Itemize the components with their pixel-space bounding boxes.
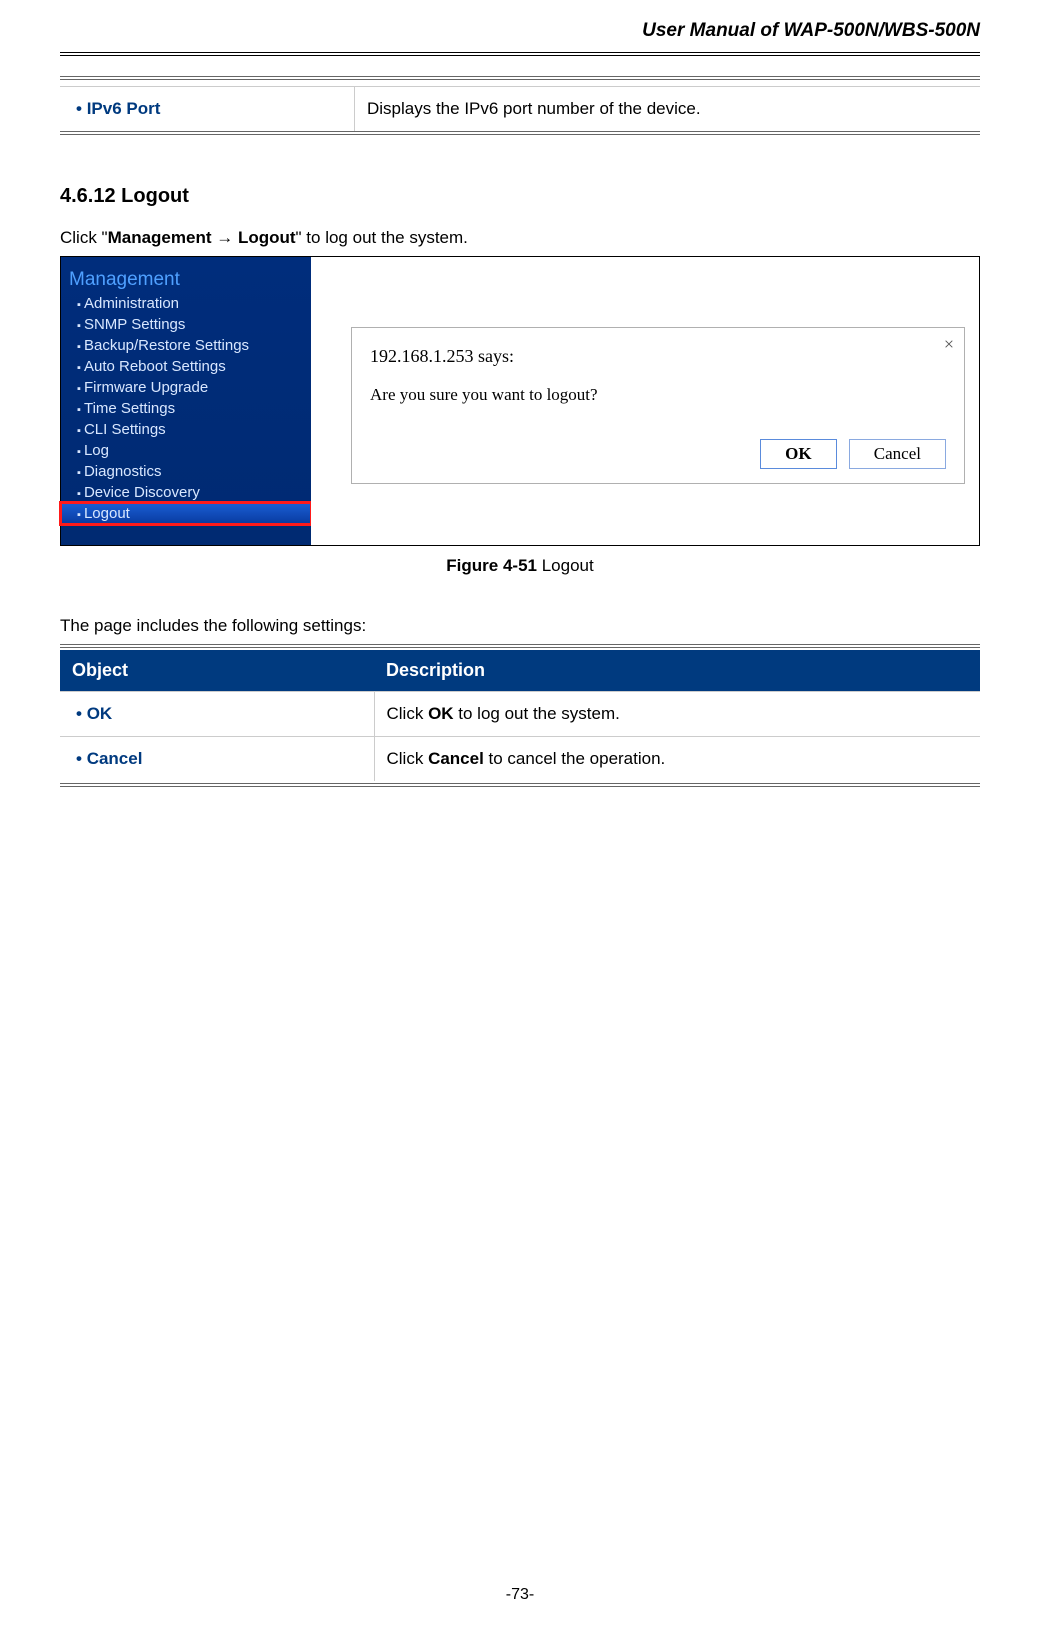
section-number: 4.6.12	[60, 185, 116, 207]
sidebar-item-backup-restore-settings[interactable]: Backup/Restore Settings	[61, 335, 311, 356]
figure-caption-number: Figure 4-51	[446, 556, 537, 575]
object-cell: OK	[60, 692, 374, 737]
table-row: OKClick OK to log out the system.	[60, 692, 980, 737]
sidebar-item-log[interactable]: Log	[61, 440, 311, 461]
ipv6-port-description: Displays the IPv6 port number of the dev…	[355, 87, 980, 131]
section-title: Logout	[121, 185, 189, 207]
settings-table: Object Description OKClick OK to log out…	[60, 650, 980, 781]
sidebar-item-cli-settings[interactable]: CLI Settings	[61, 419, 311, 440]
ok-button[interactable]: OK	[760, 439, 836, 469]
page-number: -73-	[0, 1586, 1040, 1604]
sidebar-item-firmware-upgrade[interactable]: Firmware Upgrade	[61, 377, 311, 398]
table-row: CancelClick Cancel to cancel the operati…	[60, 737, 980, 782]
sidebar-heading: Management	[61, 265, 311, 293]
instruction-paragraph: Click "Management → Logout" to log out t…	[60, 228, 980, 248]
figure-caption-text: Logout	[537, 556, 594, 575]
dialog-message: Are you sure you want to logout?	[370, 385, 946, 405]
dialog-source-text: 192.168.1.253 says:	[370, 346, 946, 367]
sidebar-item-administration[interactable]: Administration	[61, 293, 311, 314]
column-header-object: Object	[60, 650, 374, 692]
page-header-title: User Manual of WAP-500N/WBS-500N	[60, 0, 980, 56]
figure-caption: Figure 4-51 Logout	[60, 556, 980, 576]
figure-screenshot: Management AdministrationSNMP SettingsBa…	[60, 256, 980, 546]
confirm-dialog: × 192.168.1.253 says: Are you sure you w…	[351, 327, 965, 484]
sidebar-item-auto-reboot-settings[interactable]: Auto Reboot Settings	[61, 356, 311, 377]
object-cell: Cancel	[60, 737, 374, 782]
instruction-path: Management → Logout	[108, 228, 296, 247]
cancel-button[interactable]: Cancel	[849, 439, 946, 469]
sidebar-item-snmp-settings[interactable]: SNMP Settings	[61, 314, 311, 335]
sidebar-item-device-discovery[interactable]: Device Discovery	[61, 482, 311, 503]
section-heading: 4.6.12 Logout	[60, 185, 980, 208]
instruction-prefix: Click "	[60, 228, 108, 247]
description-cell: Click OK to log out the system.	[374, 692, 980, 737]
dialog-area: × 192.168.1.253 says: Are you sure you w…	[311, 257, 979, 545]
column-header-description: Description	[374, 650, 980, 692]
sidebar-item-logout[interactable]: Logout	[61, 503, 311, 524]
sidebar-item-time-settings[interactable]: Time Settings	[61, 398, 311, 419]
ipv6-port-label: IPv6 Port	[60, 87, 355, 131]
close-icon[interactable]: ×	[944, 334, 954, 355]
instruction-suffix: " to log out the system.	[296, 228, 468, 247]
description-cell: Click Cancel to cancel the operation.	[374, 737, 980, 782]
sidebar-item-diagnostics[interactable]: Diagnostics	[61, 461, 311, 482]
settings-intro-text: The page includes the following settings…	[60, 616, 980, 636]
management-sidebar: Management AdministrationSNMP SettingsBa…	[61, 257, 311, 545]
